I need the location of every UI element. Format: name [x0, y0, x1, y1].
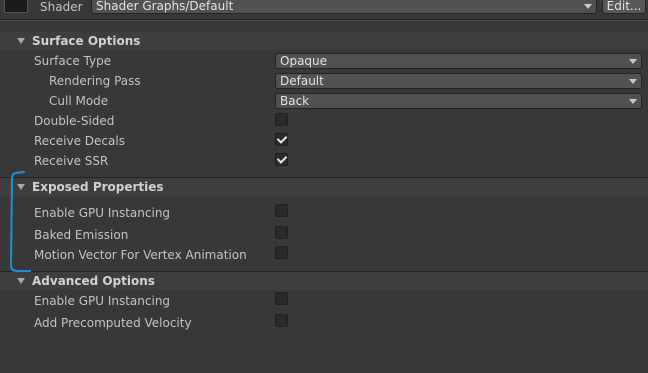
rendering-pass-label: Rendering Pass: [49, 74, 141, 88]
edit-button[interactable]: Edit...: [602, 0, 646, 14]
exposed-properties-title: Exposed Properties: [32, 180, 164, 194]
rendering-pass-value: Default: [280, 74, 324, 88]
shader-dropdown[interactable]: Shader Graphs/Default: [91, 0, 597, 14]
cull-mode-value: Back: [280, 94, 310, 108]
receive-decals-checkbox[interactable]: [275, 133, 288, 146]
annotation-bracket: [9, 171, 31, 272]
chevron-down-icon: [629, 79, 637, 84]
cull-mode-label: Cull Mode: [49, 94, 109, 108]
foldout-triangle-icon[interactable]: [17, 278, 25, 284]
foldout-triangle-icon[interactable]: [17, 38, 25, 44]
chevron-down-icon: [629, 99, 637, 104]
receive-ssr-checkbox[interactable]: [275, 153, 288, 166]
shader-thumbnail: [4, 0, 28, 13]
advanced-options-title: Advanced Options: [32, 274, 155, 288]
exposed-enable-gpu-instancing-checkbox[interactable]: [275, 204, 288, 217]
surface-type-dropdown[interactable]: Opaque: [275, 53, 642, 69]
advanced-enable-gpu-instancing-checkbox[interactable]: [275, 292, 288, 305]
chevron-down-icon: [629, 59, 637, 64]
chevron-down-icon: [584, 4, 592, 9]
baked-emission-checkbox[interactable]: [275, 226, 288, 239]
add-precomputed-velocity-checkbox[interactable]: [275, 314, 288, 327]
advanced-enable-gpu-instancing-label: Enable GPU Instancing: [34, 294, 171, 308]
divider: [0, 20, 648, 21]
shader-dropdown-value: Shader Graphs/Default: [96, 0, 234, 13]
surface-type-label: Surface Type: [34, 54, 112, 68]
double-sided-label: Double-Sided: [34, 114, 115, 128]
surface-options-title: Surface Options: [32, 34, 141, 48]
exposed-enable-gpu-instancing-label: Enable GPU Instancing: [34, 206, 171, 220]
double-sided-checkbox[interactable]: [275, 113, 288, 126]
cull-mode-dropdown[interactable]: Back: [275, 93, 642, 109]
baked-emission-label: Baked Emission: [34, 228, 129, 242]
rendering-pass-dropdown[interactable]: Default: [275, 73, 642, 89]
receive-ssr-label: Receive SSR: [34, 154, 109, 168]
surface-type-value: Opaque: [280, 54, 328, 68]
receive-decals-label: Receive Decals: [34, 134, 125, 148]
motion-vector-checkbox[interactable]: [275, 246, 288, 259]
motion-vector-label: Motion Vector For Vertex Animation: [34, 248, 247, 262]
shader-label: Shader: [40, 0, 83, 14]
add-precomputed-velocity-label: Add Precomputed Velocity: [34, 316, 192, 330]
